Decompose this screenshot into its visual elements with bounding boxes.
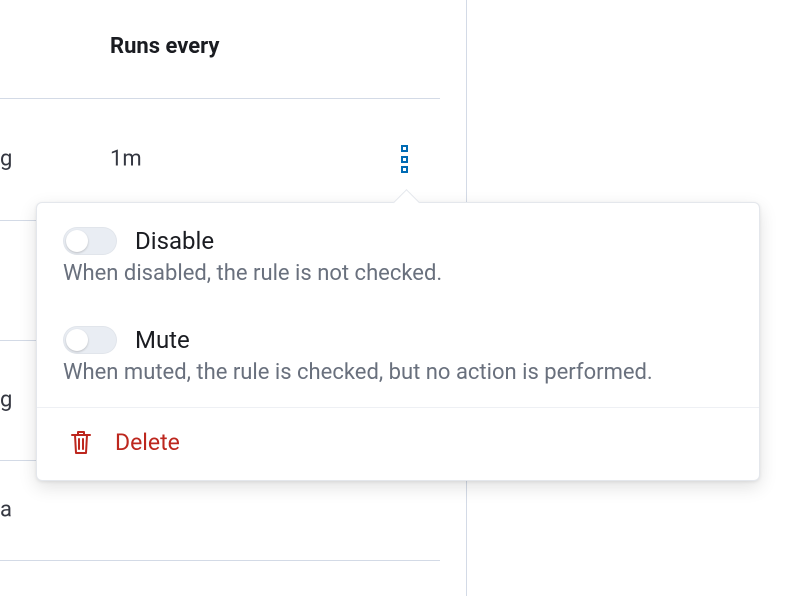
cell-prev-fragment: g [0, 388, 12, 413]
page: Runs every g 1m g a Disable [0, 0, 810, 596]
disable-description: When disabled, the rule is not checked. [63, 261, 733, 286]
disable-toggle[interactable] [63, 227, 117, 255]
delete-button[interactable]: Delete [37, 408, 759, 480]
cell-prev-fragment: g [0, 147, 12, 172]
mute-label: Mute [135, 326, 190, 354]
disable-option[interactable]: Disable When disabled, the rule is not c… [37, 203, 759, 308]
cell-prev-fragment: a [0, 498, 12, 523]
table-header: Runs every [0, 0, 440, 99]
mute-description: When muted, the rule is checked, but no … [63, 360, 733, 385]
cell-runs-every: 1m [110, 147, 142, 172]
column-header-runs-every: Runs every [110, 34, 219, 59]
more-vertical-icon [401, 156, 408, 163]
actions-popover: Disable When disabled, the rule is not c… [36, 202, 760, 481]
disable-label: Disable [135, 227, 214, 255]
toggle-knob [66, 230, 88, 252]
more-actions-button[interactable] [396, 145, 412, 173]
trash-icon [69, 428, 93, 456]
mute-option[interactable]: Mute When muted, the rule is checked, bu… [37, 308, 759, 407]
toggle-knob [66, 329, 88, 351]
delete-label: Delete [115, 429, 180, 456]
mute-toggle[interactable] [63, 326, 117, 354]
more-vertical-icon [401, 166, 408, 173]
more-vertical-icon [401, 145, 408, 152]
